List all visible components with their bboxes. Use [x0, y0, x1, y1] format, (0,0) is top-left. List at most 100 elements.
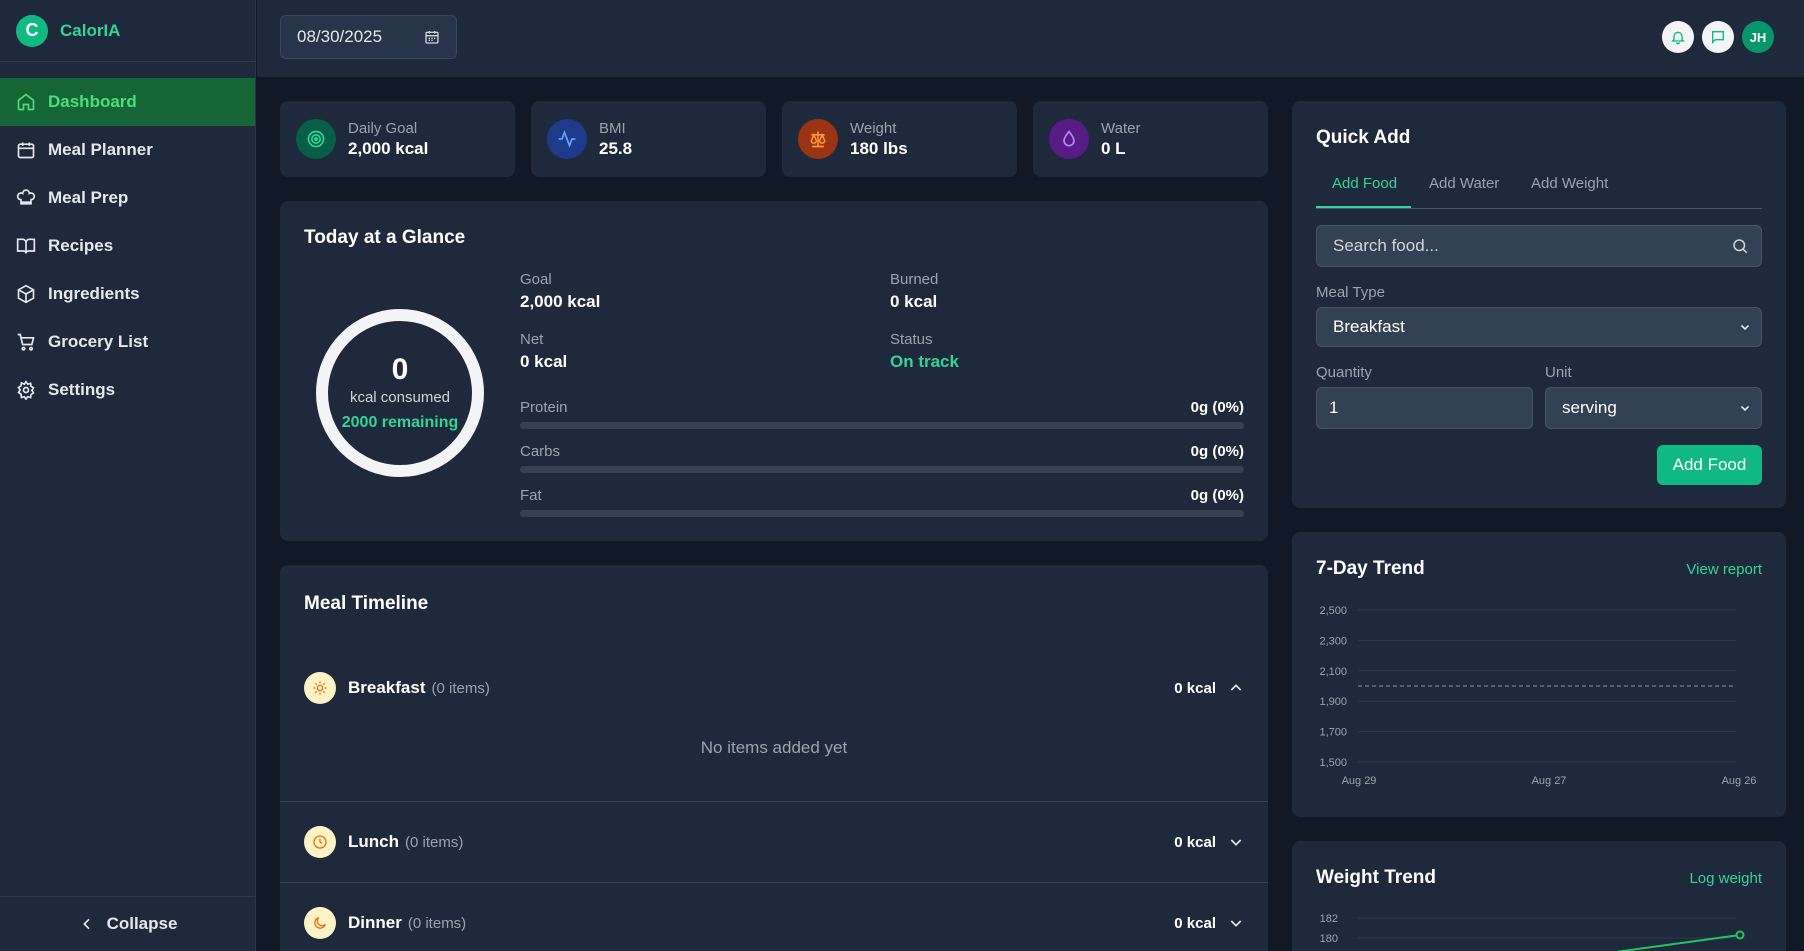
gear-icon	[17, 380, 35, 400]
stat-card-bmi: BMI 25.8	[531, 101, 766, 177]
stat-value: 2,000 kcal	[348, 138, 429, 158]
sidebar-item-meal-planner[interactable]: Meal Planner	[0, 126, 255, 174]
calendar-icon	[17, 142, 35, 159]
protein-label: Protein	[520, 399, 568, 416]
package-icon	[17, 284, 35, 304]
stat-label: Weight	[850, 119, 897, 137]
y-tick-label: 180	[1320, 933, 1338, 945]
chevron-left-icon	[82, 918, 90, 930]
calendar-icon[interactable]	[424, 29, 440, 45]
sun-icon	[304, 672, 336, 704]
burned-value: 0 kcal	[890, 292, 938, 311]
meal-item-count: (0 items)	[431, 680, 490, 697]
meal-row-lunch[interactable]: Lunch (0 items) 0 kcal	[280, 826, 1268, 858]
brand-logo: C	[16, 14, 48, 47]
unit-select[interactable]: serving	[1545, 387, 1762, 429]
x-tick-label: Aug 29	[1342, 775, 1377, 787]
sidebar-item-ingredients[interactable]: Ingredients	[0, 270, 255, 318]
meal-item-count: (0 items)	[405, 834, 464, 851]
quantity-input[interactable]: 1	[1316, 387, 1533, 429]
meal-kcal: 0 kcal	[1174, 915, 1216, 932]
meal-timeline-card: Meal Timeline Breakfast (0 items) 0 kcal …	[280, 565, 1268, 951]
net-label: Net	[520, 331, 544, 348]
quick-add-tabs: Add Food Add Water Add Weight	[1316, 175, 1762, 209]
unit-value: serving	[1562, 398, 1617, 417]
sidebar-item-grocery-list[interactable]: Grocery List	[0, 318, 255, 366]
weight-series-line	[1615, 934, 1741, 951]
food-search-input[interactable]: Search food...	[1316, 225, 1762, 267]
topbar: 08/30/2025 JH	[257, 0, 1804, 77]
protein-progress-bar	[520, 422, 1244, 429]
meal-row-dinner[interactable]: Dinner (0 items) 0 kcal	[280, 907, 1268, 939]
chevron-up-icon[interactable]	[1228, 680, 1244, 696]
quick-add-card: Quick Add Add Food Add Water Add Weight …	[1292, 101, 1786, 508]
messages-button[interactable]	[1702, 21, 1734, 53]
sidebar-item-label: Ingredients	[48, 284, 140, 303]
fat-label: Fat	[520, 487, 542, 504]
weight-trend-card: Weight Trend Log weight 182 180	[1292, 841, 1786, 951]
glance-title: Today at a Glance	[304, 227, 466, 248]
goal-label: Goal	[520, 271, 552, 288]
calories-remaining: 2000 remaining	[341, 414, 459, 431]
sidebar-item-dashboard[interactable]: Dashboard	[0, 78, 255, 126]
add-food-button[interactable]: Add Food	[1657, 445, 1762, 485]
cart-icon	[17, 333, 35, 351]
chef-hat-icon	[16, 189, 36, 205]
sidebar-item-meal-prep[interactable]: Meal Prep	[0, 174, 255, 222]
sidebar-item-label: Dashboard	[48, 92, 137, 111]
moon-icon	[304, 907, 336, 939]
seven-day-trend-chart: 2,500 2,300 2,100 1,900 1,700 1,500 Aug 29 Aug …	[1319, 605, 1757, 787]
collapse-button[interactable]: Collapse	[0, 896, 256, 951]
meal-name: Lunch (0 items)	[348, 832, 463, 852]
unit-label: Unit	[1545, 364, 1572, 381]
activity-icon	[547, 119, 587, 159]
goal-value: 2,000 kcal	[520, 292, 601, 311]
search-icon	[1733, 239, 1748, 254]
sidebar-item-label: Grocery List	[48, 332, 149, 351]
sidebar-nav: Dashboard Meal Planner Meal Prep Recipes…	[0, 78, 255, 414]
stat-value: 25.8	[599, 138, 633, 158]
y-tick-label: 1,700	[1319, 727, 1347, 739]
tab-add-weight[interactable]: Add Weight	[1531, 175, 1608, 192]
chevron-down-icon[interactable]	[1228, 834, 1244, 850]
x-tick-label: Aug 26	[1722, 775, 1757, 787]
fat-value: 0g (0%)	[1190, 487, 1244, 504]
droplet-icon	[1049, 119, 1089, 159]
weight-data-point[interactable]	[1735, 930, 1745, 940]
meal-type-select[interactable]: Breakfast	[1316, 307, 1762, 347]
tab-add-food[interactable]: Add Food	[1332, 175, 1397, 192]
status-value: On track	[890, 352, 959, 371]
meal-timeline-title: Meal Timeline	[304, 593, 429, 614]
meal-name-text: Dinner	[348, 913, 402, 932]
sidebar-item-label: Meal Prep	[48, 188, 129, 207]
brand[interactable]: C CalorIA	[0, 0, 255, 62]
notifications-button[interactable]	[1662, 21, 1694, 53]
stat-label: Daily Goal	[348, 119, 418, 137]
bell-icon	[1671, 31, 1685, 45]
meal-kcal: 0 kcal	[1174, 680, 1216, 697]
home-icon	[17, 93, 35, 111]
weight-trend-chart: 182 180	[1320, 913, 1745, 951]
meal-row-breakfast[interactable]: Breakfast (0 items) 0 kcal	[280, 672, 1268, 704]
carbs-label: Carbs	[520, 443, 561, 460]
stat-value: 180 lbs	[850, 138, 908, 158]
carbs-value: 0g (0%)	[1190, 443, 1244, 460]
divider	[280, 882, 1268, 883]
meal-item-count: (0 items)	[407, 915, 467, 932]
date-picker[interactable]: 08/30/2025	[280, 15, 457, 59]
y-tick-label: 1,900	[1319, 696, 1347, 708]
divider	[280, 801, 1268, 802]
y-tick-label: 1,500	[1319, 757, 1347, 769]
meal-empty-state: No items added yet	[700, 738, 848, 757]
stat-label: BMI	[599, 119, 626, 137]
target-icon	[296, 119, 336, 159]
quantity-value: 1	[1329, 398, 1339, 417]
sidebar-item-recipes[interactable]: Recipes	[0, 222, 255, 270]
sidebar-item-label: Meal Planner	[48, 140, 153, 159]
sidebar-item-settings[interactable]: Settings	[0, 366, 255, 414]
tab-add-water[interactable]: Add Water	[1429, 175, 1499, 192]
avatar[interactable]: JH	[1742, 21, 1774, 53]
message-icon	[1712, 31, 1724, 44]
chevron-down-icon[interactable]	[1228, 915, 1244, 931]
chevron-down-icon	[1740, 324, 1750, 331]
